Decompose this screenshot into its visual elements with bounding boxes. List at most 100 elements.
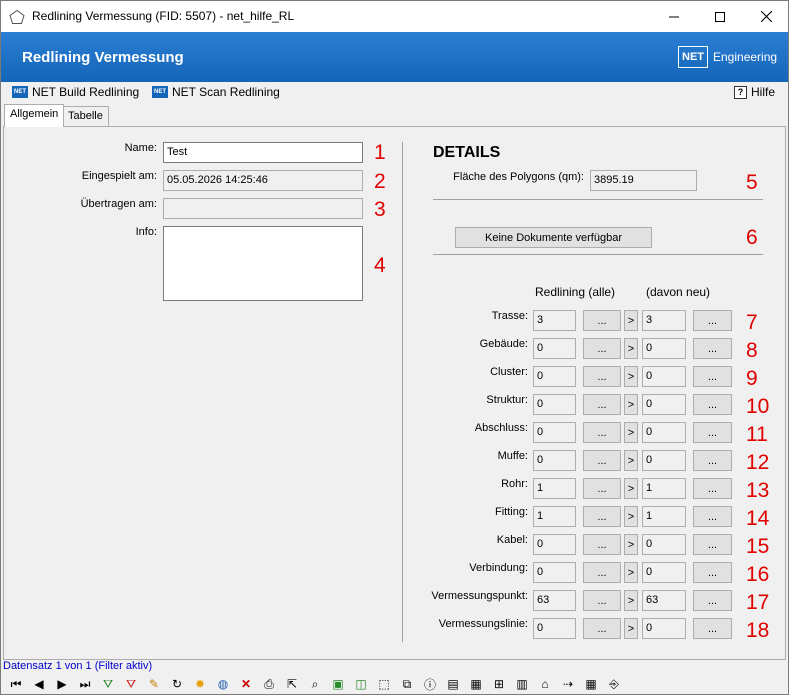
tab-tabelle[interactable]: Tabelle	[62, 106, 109, 126]
count-all-details-button[interactable]: ...	[583, 310, 621, 331]
count-all-field: 1	[533, 478, 576, 499]
transfer-arrow-button[interactable]: >	[624, 310, 638, 331]
maximize-icon	[715, 11, 725, 22]
document-icon[interactable]: ▤	[443, 675, 463, 693]
zoom-icon[interactable]: ⌕	[305, 675, 325, 693]
first-record-icon[interactable]: ⏮	[6, 675, 26, 693]
column-header-all: Redlining (alle)	[535, 285, 616, 299]
banner-title: Redlining Vermessung	[22, 49, 184, 66]
count-new-details-button[interactable]: ...	[693, 450, 732, 471]
window-title: Redlining Vermessung (FID: 5507) - net_h…	[32, 9, 295, 23]
title-bar[interactable]: Redlining Vermessung (FID: 5507) - net_h…	[1, 1, 788, 32]
count-row-label: Vermessungspunkt:	[431, 590, 528, 602]
copy-icon[interactable]: ⧉	[397, 675, 417, 693]
export-icon[interactable]: ⇢	[558, 675, 578, 693]
net-scan-redlining-button[interactable]: NET NET Scan Redlining	[152, 85, 280, 99]
table-icon[interactable]: ▦	[581, 675, 601, 693]
count-new-details-button[interactable]: ...	[693, 590, 732, 611]
print-icon[interactable]: ⎙	[259, 675, 279, 693]
transfer-arrow-button[interactable]: >	[624, 422, 638, 443]
help-button[interactable]: ? Hilfe	[734, 85, 775, 99]
last-record-icon[interactable]: ⏭	[75, 675, 95, 693]
photo-icon[interactable]: ▦	[466, 675, 486, 693]
count-all-details-button[interactable]: ...	[583, 590, 621, 611]
count-row-label: Cluster:	[490, 366, 528, 378]
count-all-details-button[interactable]: ...	[583, 450, 621, 471]
count-new-details-button[interactable]: ...	[693, 534, 732, 555]
select-polygon-icon[interactable]: ▣	[328, 675, 348, 693]
count-all-details-button[interactable]: ...	[583, 366, 621, 387]
report-icon[interactable]: ▥	[512, 675, 532, 693]
transfer-arrow-button[interactable]: >	[624, 534, 638, 555]
count-row-label: Abschluss:	[474, 422, 528, 434]
highlight-star-icon[interactable]: ✸	[190, 675, 210, 693]
transfer-arrow-button[interactable]: >	[624, 366, 638, 387]
edit-pencil-icon[interactable]: ✎	[144, 675, 164, 693]
add-filter-icon[interactable]: ⛛	[98, 675, 118, 693]
eingespielt-label: Eingespielt am:	[81, 170, 157, 182]
row-marker: 11	[746, 423, 768, 446]
count-new-details-button[interactable]: ...	[693, 422, 732, 443]
count-new-field: 63	[642, 590, 686, 611]
select-area-icon[interactable]: ⬚	[374, 675, 394, 693]
transfer-arrow-button[interactable]: >	[624, 450, 638, 471]
marker-3: 3	[374, 198, 386, 221]
count-all-details-button[interactable]: ...	[583, 562, 621, 583]
count-new-details-button[interactable]: ...	[693, 310, 732, 331]
count-new-field: 0	[642, 562, 686, 583]
row-marker: 7	[746, 311, 758, 334]
count-all-field: 0	[533, 534, 576, 555]
maximize-button[interactable]	[697, 1, 743, 32]
count-all-details-button[interactable]: ...	[583, 338, 621, 359]
close-button[interactable]	[743, 1, 789, 32]
transfer-arrow-button[interactable]: >	[624, 338, 638, 359]
next-record-icon[interactable]: ▶	[52, 675, 72, 693]
count-new-details-button[interactable]: ...	[693, 338, 732, 359]
name-field[interactable]: Test	[163, 142, 363, 163]
info-icon[interactable]: ⓘ	[420, 675, 440, 693]
home-icon[interactable]: ⌂	[535, 675, 555, 693]
net-badge-icon: NET	[12, 86, 28, 98]
count-all-field: 0	[533, 422, 576, 443]
row-marker: 12	[746, 451, 770, 474]
count-new-details-button[interactable]: ...	[693, 506, 732, 527]
count-all-details-button[interactable]: ...	[583, 618, 621, 639]
transfer-arrow-button[interactable]: >	[624, 562, 638, 583]
refresh-icon[interactable]: ↻	[167, 675, 187, 693]
count-new-details-button[interactable]: ...	[693, 618, 732, 639]
count-all-details-button[interactable]: ...	[583, 534, 621, 555]
count-all-details-button[interactable]: ...	[583, 422, 621, 443]
count-new-details-button[interactable]: ...	[693, 562, 732, 583]
transfer-arrow-button[interactable]: >	[624, 590, 638, 611]
count-new-details-button[interactable]: ...	[693, 394, 732, 415]
area-label: Fläche des Polygons (qm):	[453, 171, 584, 183]
count-new-field: 0	[642, 450, 686, 471]
count-new-details-button[interactable]: ...	[693, 478, 732, 499]
tab-allgemein[interactable]: Allgemein	[4, 104, 65, 127]
exit-icon[interactable]: ⎆	[604, 675, 624, 693]
documents-button[interactable]: Keine Dokumente verfügbar	[455, 227, 652, 248]
count-all-details-button[interactable]: ...	[583, 394, 621, 415]
info-textarea[interactable]	[163, 226, 363, 301]
row-marker: 18	[746, 619, 770, 642]
area-field: 3895.19	[590, 170, 697, 191]
count-all-details-button[interactable]: ...	[583, 478, 621, 499]
delete-icon[interactable]: ✕	[236, 675, 256, 693]
count-new-details-button[interactable]: ...	[693, 366, 732, 387]
layer-icon[interactable]: ◫	[351, 675, 371, 693]
transfer-arrow-button[interactable]: >	[624, 618, 638, 639]
details-heading: DETAILS	[433, 144, 501, 161]
transfer-arrow-button[interactable]: >	[624, 478, 638, 499]
add-document-icon[interactable]: ⊞	[489, 675, 509, 693]
count-new-field: 0	[642, 618, 686, 639]
net-build-redlining-button[interactable]: NET NET Build Redlining	[12, 85, 139, 99]
remove-filter-icon[interactable]: ⛛	[121, 675, 141, 693]
minimize-button[interactable]	[651, 1, 697, 32]
globe-add-icon[interactable]: ◍	[213, 675, 233, 693]
count-all-details-button[interactable]: ...	[583, 506, 621, 527]
row-marker: 17	[746, 591, 770, 614]
previous-record-icon[interactable]: ◀	[29, 675, 49, 693]
transfer-arrow-button[interactable]: >	[624, 506, 638, 527]
select-cursor-icon[interactable]: ⇱	[282, 675, 302, 693]
transfer-arrow-button[interactable]: >	[624, 394, 638, 415]
